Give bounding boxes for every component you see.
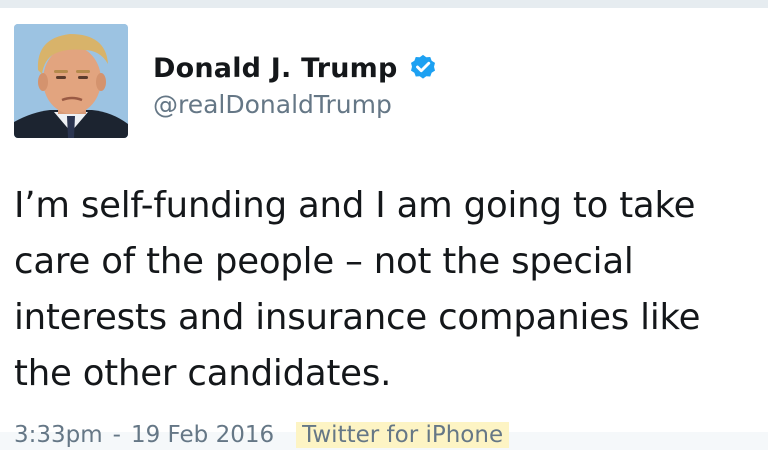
tweet-meta-row: 3:33pm - 19 Feb 2016 Twitter for iPhone: [14, 420, 510, 450]
author-display-name[interactable]: Donald J. Trump: [153, 53, 398, 84]
author-handle[interactable]: @realDonaldTrump: [153, 90, 392, 119]
tweet-source-app[interactable]: Twitter for iPhone: [296, 422, 510, 448]
verified-badge-icon: [408, 53, 438, 83]
tweet-time[interactable]: 3:33pm: [14, 422, 103, 448]
page-top-strip: [0, 0, 768, 8]
tweet-card: Donald J. Trump @realDonaldTrump I’m sel…: [0, 8, 768, 448]
tweet-date[interactable]: 19 Feb 2016: [131, 422, 274, 448]
meta-separator: -: [112, 422, 121, 448]
avatar-photo-icon: [14, 24, 128, 138]
profile-avatar[interactable]: [14, 24, 128, 138]
tweet-text: I’m self-funding and I am going to take …: [14, 185, 701, 394]
author-name-row: Donald J. Trump: [153, 50, 438, 86]
